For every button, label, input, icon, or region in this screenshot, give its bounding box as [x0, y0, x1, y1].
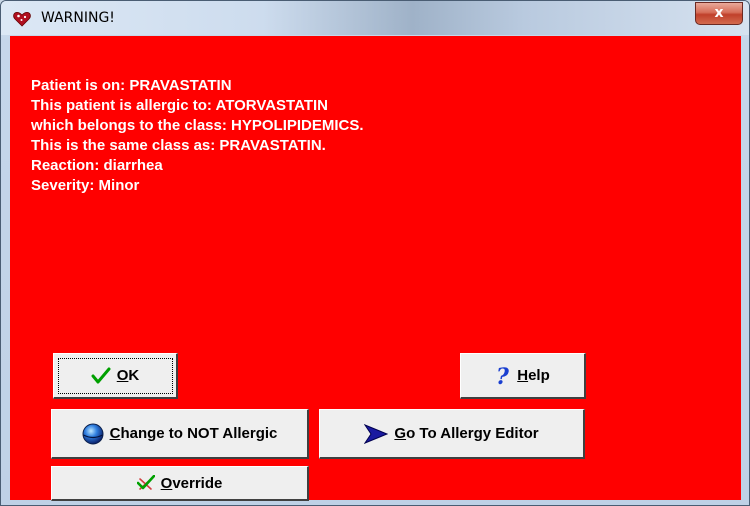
message-line: This is the same class as: PRAVASTATIN.: [31, 137, 326, 154]
heart-warning-icon: [13, 11, 31, 27]
title-bar[interactable]: WARNING! x: [1, 1, 749, 35]
not-allergic-label: Change to NOT Allergic: [109, 425, 278, 442]
go-to-allergy-editor-button[interactable]: Go To Allergy Editor: [319, 409, 585, 459]
close-icon: x: [714, 5, 724, 21]
warning-dialog: WARNING! x Patient is on: PRAVASTATIN Th…: [0, 0, 750, 506]
ok-label: OK: [116, 367, 140, 384]
svg-text:?: ?: [496, 365, 510, 387]
message-line: This patient is allergic to: ATORVASTATI…: [31, 97, 328, 114]
change-to-not-allergic-button[interactable]: Change to NOT Allergic: [51, 409, 309, 459]
message-line: which belongs to the class: HYPOLIPIDEMI…: [31, 117, 364, 134]
override-button[interactable]: Override: [51, 466, 309, 501]
message-line: Severity: Minor: [31, 177, 140, 194]
window-title: WARNING!: [41, 10, 115, 26]
ok-button[interactable]: OK: [53, 353, 178, 399]
message-line: Patient is on: PRAVASTATIN: [31, 77, 232, 94]
allergy-editor-label: Go To Allergy Editor: [394, 425, 539, 442]
question-mark-icon: ?: [496, 365, 510, 387]
close-button[interactable]: x: [695, 2, 743, 25]
check-cross-icon: [136, 475, 155, 490]
checkmark-icon: [91, 367, 111, 383]
help-label: Help: [517, 367, 550, 384]
warning-message: Patient is on: PRAVASTATIN This patient …: [31, 76, 364, 196]
override-label: Override: [160, 474, 223, 492]
blue-sphere-icon: [82, 423, 104, 444]
help-button[interactable]: ? Help: [460, 353, 586, 399]
arrow-right-icon: [364, 423, 389, 444]
warning-panel: Patient is on: PRAVASTATIN This patient …: [10, 36, 741, 501]
message-line: Reaction: diarrhea: [31, 157, 163, 174]
